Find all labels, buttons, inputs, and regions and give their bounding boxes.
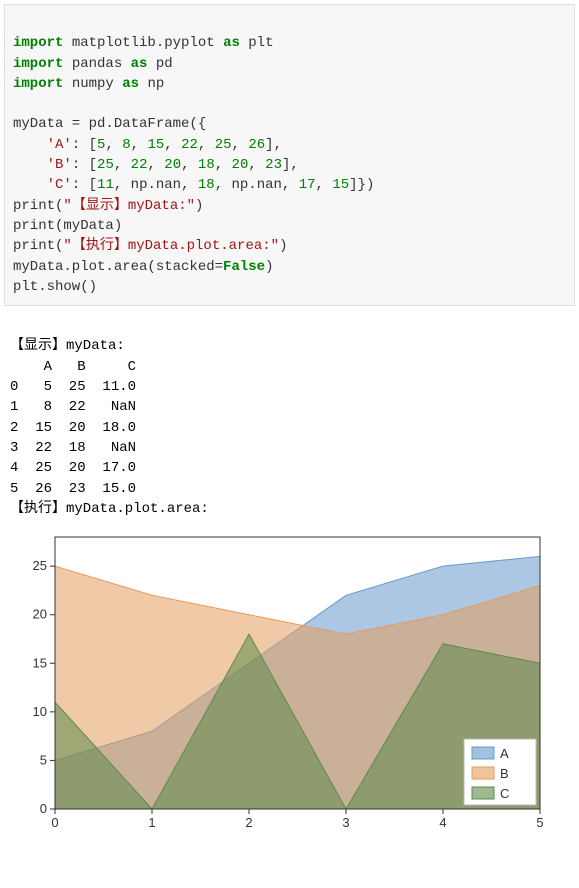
alias: pd bbox=[147, 56, 172, 72]
string-literal: "【执行】myData.plot.area:" bbox=[63, 238, 279, 254]
table-row: 5 26 23 15.0 bbox=[10, 481, 136, 497]
code-line: print( bbox=[13, 198, 63, 214]
dict-key: 'C' bbox=[47, 177, 72, 193]
kw-as: as bbox=[131, 56, 148, 72]
kw-import: import bbox=[13, 35, 63, 51]
legend-swatch bbox=[472, 767, 494, 779]
area-chart: 0 5 10 15 20 25 0 1 2 3 4 5 ABC bbox=[0, 523, 579, 847]
y-tick-label: 0 bbox=[40, 801, 47, 816]
mod-name: matplotlib.pyplot bbox=[63, 35, 223, 51]
output-line: 【执行】myData.plot.area: bbox=[10, 501, 209, 517]
table-row: 4 25 20 17.0 bbox=[10, 460, 136, 476]
y-tick-label: 20 bbox=[33, 607, 47, 622]
table-row: 3 22 18 NaN bbox=[10, 440, 136, 456]
table-header: A B C bbox=[10, 359, 136, 375]
kw-import: import bbox=[13, 56, 63, 72]
alias: np bbox=[139, 76, 164, 92]
string-literal: "【显示】myData:" bbox=[63, 198, 195, 214]
legend-label: A bbox=[500, 746, 509, 761]
dict-key: 'A' bbox=[47, 137, 72, 153]
output-line: 【显示】myData: bbox=[10, 338, 125, 354]
x-tick-label: 0 bbox=[51, 815, 58, 830]
x-tick-label: 1 bbox=[148, 815, 155, 830]
legend-swatch bbox=[472, 787, 494, 799]
y-tick-label: 15 bbox=[33, 655, 47, 670]
alias: plt bbox=[240, 35, 274, 51]
code-line: print( bbox=[13, 238, 63, 254]
code-line: myData = pd.DataFrame({ bbox=[13, 116, 206, 132]
x-tick-label: 2 bbox=[245, 815, 252, 830]
legend-label: B bbox=[500, 766, 509, 781]
dict-key: 'B' bbox=[47, 157, 72, 173]
mod-name: pandas bbox=[63, 56, 130, 72]
x-tick-label: 4 bbox=[439, 815, 446, 830]
y-tick-label: 25 bbox=[33, 558, 47, 573]
legend-label: C bbox=[500, 786, 509, 801]
kw-as: as bbox=[223, 35, 240, 51]
chart-svg: 0 5 10 15 20 25 0 1 2 3 4 5 ABC bbox=[10, 527, 550, 837]
kw-import: import bbox=[13, 76, 63, 92]
code-line: myData.plot.area(stacked= bbox=[13, 259, 223, 275]
table-row: 0 5 25 11.0 bbox=[10, 379, 136, 395]
kw-as: as bbox=[122, 76, 139, 92]
legend-swatch bbox=[472, 747, 494, 759]
y-tick-label: 5 bbox=[40, 753, 47, 768]
table-row: 1 8 22 NaN bbox=[10, 399, 136, 415]
bool-literal: False bbox=[223, 259, 265, 275]
mod-name: numpy bbox=[63, 76, 122, 92]
code-cell: import matplotlib.pyplot as plt import p… bbox=[4, 4, 575, 306]
code-line: print(myData) bbox=[13, 218, 122, 234]
code-line: plt.show() bbox=[13, 279, 97, 295]
x-tick-label: 5 bbox=[536, 815, 543, 830]
x-tick-label: 3 bbox=[342, 815, 349, 830]
stdout-output: 【显示】myData: A B C 0 5 25 11.0 1 8 22 NaN… bbox=[0, 310, 579, 523]
y-tick-label: 10 bbox=[33, 704, 47, 719]
table-row: 2 15 20 18.0 bbox=[10, 420, 136, 436]
